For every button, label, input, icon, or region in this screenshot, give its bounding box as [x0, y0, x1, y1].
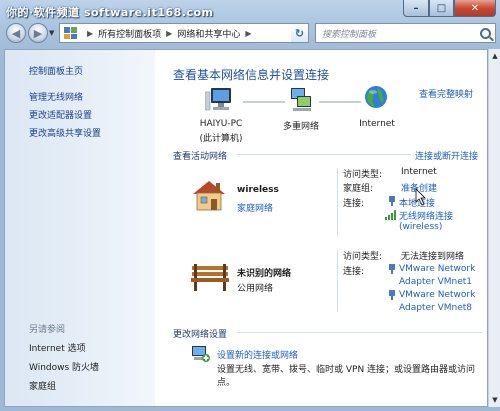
breadcrumb-separator-icon[interactable]: ▶ [87, 29, 93, 38]
full-map-link[interactable]: 查看完整映射 [419, 87, 473, 100]
map-connection-line [243, 101, 285, 103]
section-divider [337, 250, 338, 312]
connections-label: 连接: [343, 199, 365, 209]
navigation-bar: ◀ ▶ ▼ ▶ 所有控制面板项 ▶ 网络和共享中心 ▶ ▼ ↻ 搜索控制面板 [4, 22, 496, 46]
sidebar-item-homegroup[interactable]: 家庭组 [29, 379, 56, 392]
main-panel: 查看基本网络信息并设置连接 查看完整映射 HAIYU-PC (此计算机) 多重网 [155, 50, 487, 406]
setup-new-connection-link[interactable]: 设置新的连接或网络 [217, 348, 298, 361]
network-type-home[interactable]: 家庭网络 [237, 201, 273, 214]
wireless-connection-link[interactable]: 无线网络连接 [399, 209, 453, 222]
maximize-button[interactable]: □ [429, 0, 454, 17]
control-panel-icon [64, 27, 78, 39]
network-name-unidentified: 未识别的网络 [237, 269, 292, 279]
back-button[interactable]: ◀ [6, 23, 26, 43]
search-input[interactable]: 搜索控制面板 [315, 23, 496, 43]
section-divider [337, 168, 338, 236]
access-type-value: 无法连接到网络 [401, 252, 465, 262]
breadcrumb-item-network-center[interactable]: 网络和共享中心 [177, 27, 240, 40]
new-connection-icon [192, 346, 210, 362]
section-divider [237, 154, 411, 155]
content-area: 控制面板主页 管理无线网络 更改适配器设置 更改高级共享设置 另请参阅 Inte… [4, 49, 488, 407]
search-placeholder: 搜索控制面板 [322, 29, 377, 40]
vmnet8-link[interactable]: VMware Network [399, 290, 475, 300]
sidebar-item-adapter-settings[interactable]: 更改适配器设置 [29, 108, 92, 121]
map-multi-network-label: 多重网络 [282, 122, 319, 132]
active-networks-heading: 查看活动网络 [173, 152, 228, 162]
ethernet-icon [389, 290, 395, 300]
breadcrumb-separator-icon[interactable]: ▶ [166, 29, 172, 38]
arrow-left-icon: ◀ [11, 26, 21, 40]
computer-icon [205, 88, 231, 111]
watermark: 你的·软件频道 software.it168.com [6, 6, 214, 19]
address-bar[interactable]: ▶ 所有控制面板项 ▶ 网络和共享中心 ▶ ▼ [59, 23, 309, 43]
network-name-wireless: wireless [237, 185, 279, 195]
see-also-heading: 另请参阅 [29, 325, 66, 335]
multiple-networks-icon [291, 88, 311, 111]
access-type-label: 访问类型: [343, 170, 383, 180]
breadcrumb-item-all-items[interactable]: 所有控制面板项 [98, 27, 161, 40]
network-type-public: 公用网络 [237, 284, 274, 294]
vmnet8-link-line2[interactable]: Adapter VMnet8 [399, 303, 472, 313]
homegroup-label: 家庭组: [343, 184, 374, 194]
change-settings-heading: 更改网络设置 [173, 330, 228, 340]
sidebar-item-advanced-sharing[interactable]: 更改高级共享设置 [29, 126, 101, 139]
access-type-value: Internet [401, 167, 437, 177]
public-network-bench-icon [191, 264, 229, 291]
recent-pages-dropdown[interactable]: ▼ [49, 29, 54, 37]
map-pc-subtitle: (此计算机) [199, 134, 243, 144]
globe-icon [365, 86, 387, 108]
setup-description: 设置无线、宽带、拨号、临时或 VPN 连接；或设置路由器或访问点。 [217, 365, 476, 388]
sidebar-item-firewall[interactable]: Windows 防火墙 [29, 360, 99, 373]
vmnet1-link-line2[interactable]: Adapter VMnet1 [399, 277, 472, 287]
breadcrumb-separator-icon[interactable]: ▶ [245, 29, 251, 38]
scroll-down-icon[interactable]: ▼ [490, 394, 500, 406]
mouse-cursor-icon [415, 188, 426, 206]
vertical-scrollbar[interactable]: ▲ ▼ [488, 49, 500, 407]
section-divider [237, 332, 482, 333]
map-internet-label: Internet [359, 119, 395, 129]
sidebar-item-manage-wireless[interactable]: 管理无线网络 [29, 90, 83, 103]
page-title: 查看基本网络信息并设置连接 [173, 68, 330, 82]
wireless-connection-ssid[interactable]: (wireless) [399, 222, 442, 232]
forward-button[interactable]: ▶ [28, 23, 48, 43]
ethernet-icon [389, 196, 395, 206]
map-pc-name: HAIYU-PC [199, 119, 243, 129]
connect-disconnect-link[interactable]: 连接或断开连接 [415, 149, 478, 162]
ethernet-icon [389, 264, 395, 274]
access-type-label: 访问类型: [343, 252, 383, 262]
minimize-button[interactable]: – [403, 0, 429, 17]
refresh-button[interactable]: ↻ [291, 23, 309, 43]
vmnet1-link[interactable]: VMware Network [399, 264, 475, 274]
sidebar-home-link[interactable]: 控制面板主页 [29, 64, 83, 77]
connections-label: 连接: [343, 267, 365, 277]
caption-buttons: – □ ✕ [403, 0, 496, 18]
search-icon[interactable] [480, 27, 491, 39]
sidebar-item-internet-options[interactable]: Internet 选项 [29, 341, 86, 354]
home-network-icon [193, 181, 225, 211]
wireless-signal-icon [385, 210, 396, 220]
scroll-up-icon[interactable]: ▲ [490, 50, 500, 62]
arrow-right-icon: ▶ [33, 26, 43, 40]
map-connection-line [319, 101, 361, 103]
refresh-icon: ↻ [294, 26, 305, 40]
sidebar: 控制面板主页 管理无线网络 更改适配器设置 更改高级共享设置 另请参阅 Inte… [5, 50, 155, 406]
close-button[interactable]: ✕ [454, 0, 496, 17]
